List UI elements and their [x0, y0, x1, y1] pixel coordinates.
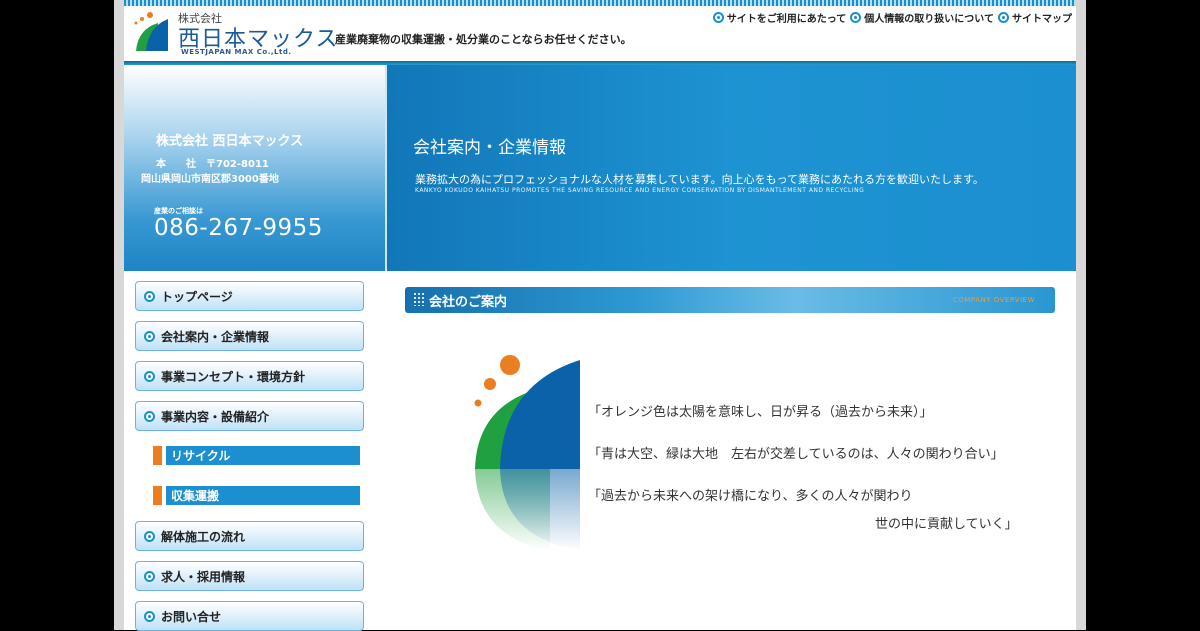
sidebar-subitem-label: リサイクル: [166, 446, 360, 465]
sidebar-item-company[interactable]: 会社案内・企業情報: [135, 321, 364, 351]
sidebar-item-demolition[interactable]: 解体施工の流れ: [135, 521, 364, 551]
sidebar-item-concept[interactable]: 事業コンセプト・環境方針: [135, 361, 364, 391]
hero-banner: 会社案内・企業情報 業務拡大の為にプロフェッショナルな人材を募集しています。向上…: [385, 65, 1076, 271]
util-link-site-usage[interactable]: サイトをご利用にあたって: [712, 10, 847, 25]
bullet-icon: [144, 370, 155, 382]
sidebar-item-label: 会社案内・企業情報: [161, 329, 270, 344]
bullet-icon: [998, 12, 1009, 23]
section-title-english: COMPANY OVERVIEW: [952, 296, 1035, 304]
page: 株式会社 西日本マックス WESTJAPAN MAX Co.,Ltd. 産業廃棄…: [114, 0, 1086, 631]
orange-marker: [153, 446, 162, 465]
quote-blue-green: 「青は大空、緑は大地 左右が交差しているのは、人々の関わり合い」: [588, 447, 1004, 462]
dot-grid-icon: [413, 292, 425, 306]
hero-subtitle: 業務拡大の為にプロフェッショナルな人材を募集しています。向上心をもって業務にあた…: [415, 173, 984, 186]
bullet-icon: [144, 290, 155, 302]
contact-address-line1: 本 社 〒702-8011: [156, 159, 269, 170]
sidebar-subitem-label: 収集運搬: [166, 486, 360, 505]
page-frame: 株式会社 西日本マックス WESTJAPAN MAX Co.,Ltd. 産業廃棄…: [124, 0, 1076, 631]
utility-nav: サイトをご利用にあたって 個人情報の取り扱いについて サイトマップ: [712, 10, 1072, 25]
bullet-icon: [144, 530, 155, 542]
sidebar-subitem-collection[interactable]: 収集運搬: [153, 486, 360, 505]
sidebar-item-label: 解体施工の流れ: [161, 529, 246, 544]
site-header: 株式会社 西日本マックス WESTJAPAN MAX Co.,Ltd. 産業廃棄…: [124, 6, 1076, 64]
sidebar-item-label: トップページ: [161, 289, 233, 304]
sidebar-item-contact[interactable]: お問い合せ: [135, 601, 364, 631]
contact-phone-number[interactable]: 086-267-9955: [154, 215, 323, 241]
logo-company-english: WESTJAPAN MAX Co.,Ltd.: [181, 48, 292, 56]
logo-artwork-image: [474, 355, 580, 551]
contact-address-line2: 岡山県岡山市南区郡3000番地: [141, 174, 279, 185]
bullet-icon: [144, 330, 155, 342]
sidebar-item-top[interactable]: トップページ: [135, 281, 364, 311]
util-link-privacy[interactable]: 個人情報の取り扱いについて: [850, 10, 994, 25]
hero-title: 会社案内・企業情報: [413, 138, 566, 158]
sidebar-item-label: 事業コンセプト・環境方針: [161, 369, 306, 384]
main-content: 会社のご案内 COMPANY OVERVIEW 「オレンジ色は太陽を意味し、日が…: [385, 271, 1076, 630]
bullet-icon: [712, 12, 724, 23]
sidebar-item-label: 事業内容・設備紹介: [161, 409, 270, 424]
section-title-bar: 会社のご案内 COMPANY OVERVIEW: [405, 287, 1055, 313]
sidebar-item-recruit[interactable]: 求人・採用情報: [135, 561, 364, 591]
util-link-sitemap[interactable]: サイトマップ: [998, 10, 1072, 25]
company-logo-icon[interactable]: [132, 11, 172, 51]
quote-orange: 「オレンジ色は太陽を意味し、日が昇る（過去から未来）」: [588, 405, 933, 420]
quote-bridge: 「過去から未来への架け橋になり、多くの人々が関わり: [588, 489, 913, 504]
quote-contribute: 世の中に貢献していく」: [875, 517, 1018, 532]
sidebar-item-label: お問い合せ: [161, 609, 222, 624]
sidebar-subitem-recycle[interactable]: リサイクル: [153, 446, 360, 465]
sidebar-item-business[interactable]: 事業内容・設備紹介: [135, 401, 364, 431]
contact-company: 株式会社 西日本マックス: [156, 134, 304, 149]
sidebar-nav: トップページ 会社案内・企業情報 事業コンセプト・環境方針 事業内容・設備紹介 …: [124, 271, 385, 631]
bullet-icon: [144, 410, 155, 422]
hero-english: KANKYO KOKUDO KAIHATSU PROMOTES THE SAVI…: [415, 187, 865, 194]
contact-panel: 株式会社 西日本マックス 本 社 〒702-8011 岡山県岡山市南区郡3000…: [124, 65, 385, 271]
util-link-label: 個人情報の取り扱いについて: [864, 14, 994, 25]
bullet-icon: [144, 610, 155, 622]
header-tagline: 産業廃棄物の収集運搬・処分業のことならお任せください。: [335, 33, 632, 46]
bullet-icon: [850, 12, 862, 23]
util-link-label: サイトマップ: [1012, 14, 1072, 25]
orange-marker: [153, 486, 162, 505]
util-link-label: サイトをご利用にあたって: [726, 14, 847, 25]
bullet-icon: [144, 570, 155, 582]
section-title: 会社のご案内: [429, 295, 508, 310]
sidebar-item-label: 求人・採用情報: [161, 569, 246, 584]
